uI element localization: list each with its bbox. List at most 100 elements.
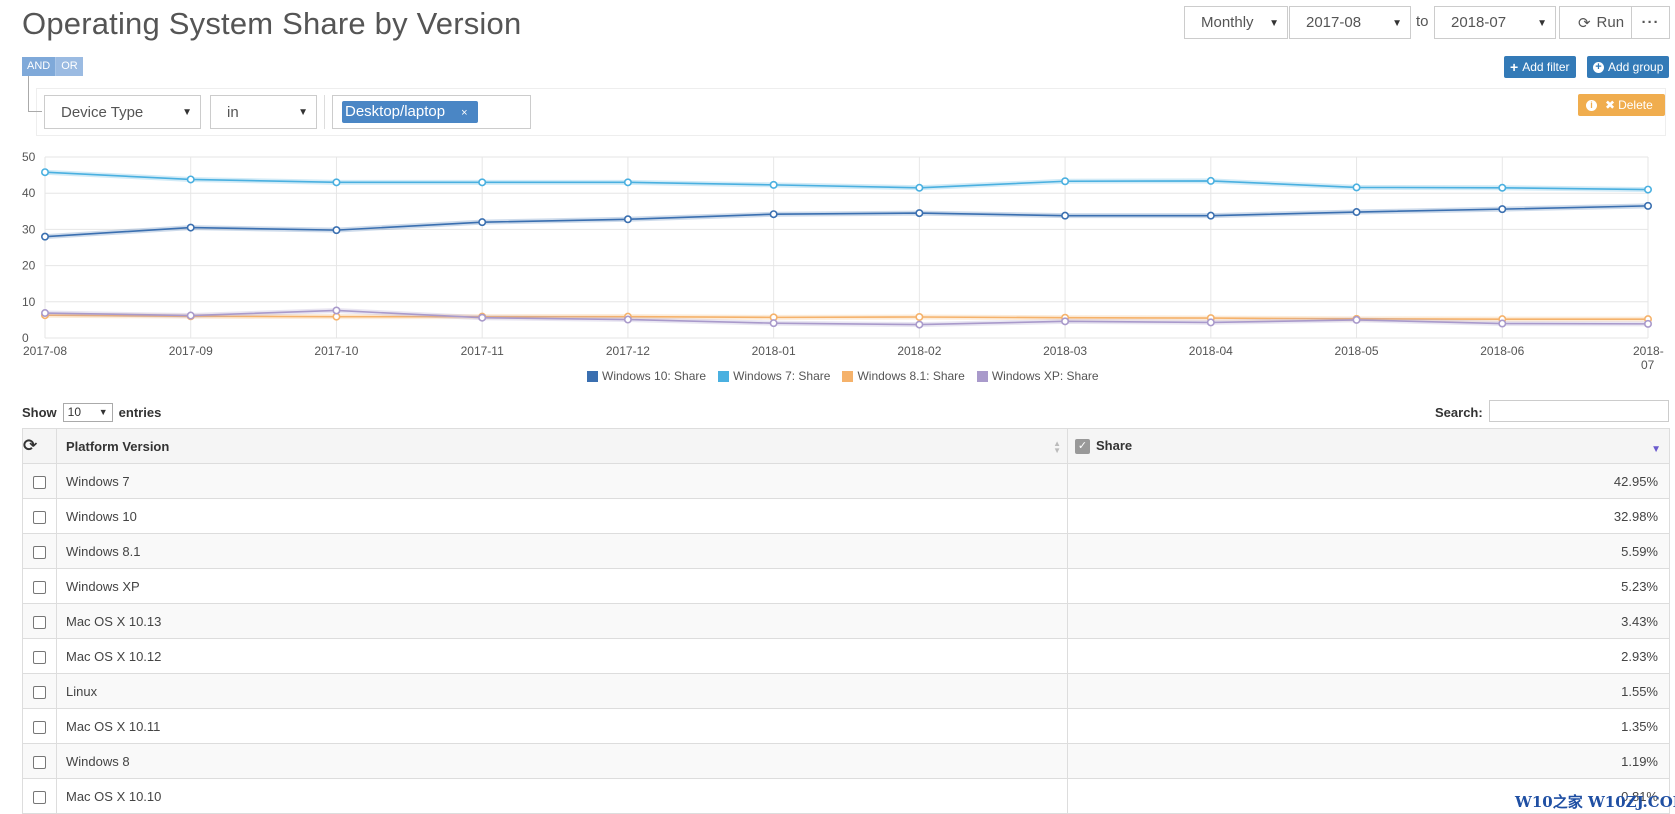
data-point: [478, 218, 487, 227]
row-select-cell[interactable]: [22, 673, 57, 709]
data-table: ⟳ Platform Version ▲ ▼ ✓ Share ▼ Windows 7…: [22, 428, 1670, 814]
row-select-cell[interactable]: [22, 778, 57, 814]
data-point: [40, 309, 49, 318]
refresh-icon[interactable]: ⟳: [23, 436, 37, 455]
data-point: [1352, 183, 1361, 192]
table-row[interactable]: Windows 8.1 5.59%: [22, 533, 1670, 569]
row-checkbox[interactable]: [33, 475, 46, 489]
share-value: 2.93%: [1621, 648, 1658, 664]
more-options-button[interactable]: ···: [1631, 6, 1670, 39]
granularity-value: Monthly: [1201, 14, 1254, 31]
row-select-cell[interactable]: [22, 463, 57, 499]
table-row[interactable]: Mac OS X 10.12 2.93%: [22, 638, 1670, 674]
data-point: [915, 313, 924, 322]
platform-version-header[interactable]: Platform Version ▲ ▼: [56, 428, 1068, 464]
platform-cell: Mac OS X 10.12: [56, 638, 1068, 674]
refresh-column-header[interactable]: ⟳: [22, 428, 57, 464]
data-point: [769, 319, 778, 328]
table-row[interactable]: Mac OS X 10.10 0.81%: [22, 778, 1670, 814]
table-header-row: ⟳ Platform Version ▲ ▼ ✓ Share ▼: [22, 428, 1670, 464]
x-tick-label: 2018-05: [1335, 344, 1379, 358]
table-row[interactable]: Linux 1.55%: [22, 673, 1670, 709]
row-select-cell[interactable]: [22, 568, 57, 604]
table-row[interactable]: Windows XP 5.23%: [22, 568, 1670, 604]
platform-value: Mac OS X 10.12: [66, 648, 162, 664]
row-checkbox[interactable]: [33, 790, 46, 804]
and-or-toggle[interactable]: AND OR: [22, 57, 83, 76]
from-date-select[interactable]: 2017-08 ▼: [1289, 6, 1411, 39]
plus-circle-icon: +: [1593, 61, 1604, 73]
row-checkbox[interactable]: [33, 510, 46, 524]
data-point: [915, 183, 924, 192]
legend-item[interactable]: Windows 8.1: Share: [842, 369, 965, 383]
platform-value: Windows 10: [66, 508, 137, 524]
share-value: 5.59%: [1621, 543, 1658, 559]
row-select-cell[interactable]: [22, 533, 57, 569]
legend-item[interactable]: Windows XP: Share: [976, 369, 1099, 383]
row-select-cell[interactable]: [22, 498, 57, 534]
data-point: [1644, 185, 1653, 194]
platform-cell: Windows 8.1: [56, 533, 1068, 569]
platform-value: Mac OS X 10.10: [66, 788, 162, 804]
delete-filter-button[interactable]: i ✖ Delete: [1578, 94, 1665, 116]
table-row[interactable]: Mac OS X 10.11 1.35%: [22, 708, 1670, 744]
legend-swatch: [587, 370, 598, 382]
row-checkbox[interactable]: [33, 580, 46, 594]
row-select-cell[interactable]: [22, 603, 57, 639]
legend-label: Windows XP: Share: [991, 369, 1099, 383]
row-select-cell[interactable]: [22, 743, 57, 779]
from-date-value: 2017-08: [1306, 14, 1362, 31]
add-filter-button[interactable]: + Add filter: [1504, 56, 1576, 78]
row-select-cell[interactable]: [22, 708, 57, 744]
entries-label: entries: [118, 405, 162, 420]
data-point: [1352, 208, 1361, 217]
search-input[interactable]: [1489, 400, 1669, 422]
sort-icon: ▲ ▼: [1053, 439, 1061, 455]
x-tick-label: 2017-11: [461, 344, 504, 358]
caret-down-icon: ▼: [98, 407, 108, 417]
table-row[interactable]: Windows 8 1.19%: [22, 743, 1670, 779]
add-group-button[interactable]: + Add group: [1587, 56, 1670, 78]
page-length-select[interactable]: 10 ▼: [62, 403, 113, 422]
row-checkbox[interactable]: [33, 545, 46, 559]
or-toggle[interactable]: OR: [55, 57, 83, 76]
row-checkbox[interactable]: [33, 615, 46, 629]
platform-cell: Windows 7: [56, 463, 1068, 499]
platform-cell: Mac OS X 10.13: [56, 603, 1068, 639]
table-row[interactable]: Mac OS X 10.13 3.43%: [22, 603, 1670, 639]
row-checkbox[interactable]: [33, 720, 46, 734]
platform-cell: Mac OS X 10.10: [56, 778, 1068, 814]
x-tick-label: 2017-10: [314, 344, 358, 358]
data-point: [332, 306, 341, 315]
x-tick-label: 2018-04: [1189, 344, 1233, 358]
checkbox-checked-icon[interactable]: ✓: [1075, 439, 1090, 455]
table-row[interactable]: Windows 10 32.98%: [22, 498, 1670, 534]
legend-swatch: [976, 370, 988, 382]
row-checkbox[interactable]: [33, 650, 46, 664]
watermark-logo: W10之家 W10ZJ.COM: [1515, 793, 1675, 811]
legend-item[interactable]: Windows 7: Share: [718, 369, 830, 383]
x-tick-label-continued: 07: [1641, 358, 1655, 370]
row-select-cell[interactable]: [22, 638, 57, 674]
data-point: [40, 168, 49, 177]
series-line: [44, 205, 1649, 238]
filter-field-select[interactable]: Device Type ▼: [44, 95, 201, 129]
to-date-value: 2018-07: [1451, 14, 1507, 31]
y-axis: 0 10 20 30 40 50: [22, 150, 36, 345]
filter-value-tag[interactable]: Desktop/laptop ×: [342, 101, 478, 123]
data-point: [623, 315, 632, 324]
to-date-select[interactable]: 2018-07 ▼: [1434, 6, 1556, 39]
row-checkbox[interactable]: [33, 685, 46, 699]
data-point: [915, 209, 924, 218]
share-header[interactable]: ✓ Share ▼: [1067, 428, 1670, 464]
granularity-select[interactable]: Monthly ▼: [1184, 6, 1288, 39]
filter-value-input[interactable]: Desktop/laptop ×: [332, 95, 531, 129]
share-value: 1.55%: [1621, 683, 1658, 699]
tag-remove-icon[interactable]: ×: [461, 107, 467, 119]
and-toggle[interactable]: AND: [22, 57, 56, 76]
filter-operator-select[interactable]: in ▼: [210, 95, 317, 129]
table-row[interactable]: Windows 7 42.95%: [22, 463, 1670, 499]
legend-item[interactable]: Windows 10: Share: [587, 369, 706, 383]
caret-down-icon: ▼: [298, 107, 308, 118]
row-checkbox[interactable]: [33, 755, 46, 769]
